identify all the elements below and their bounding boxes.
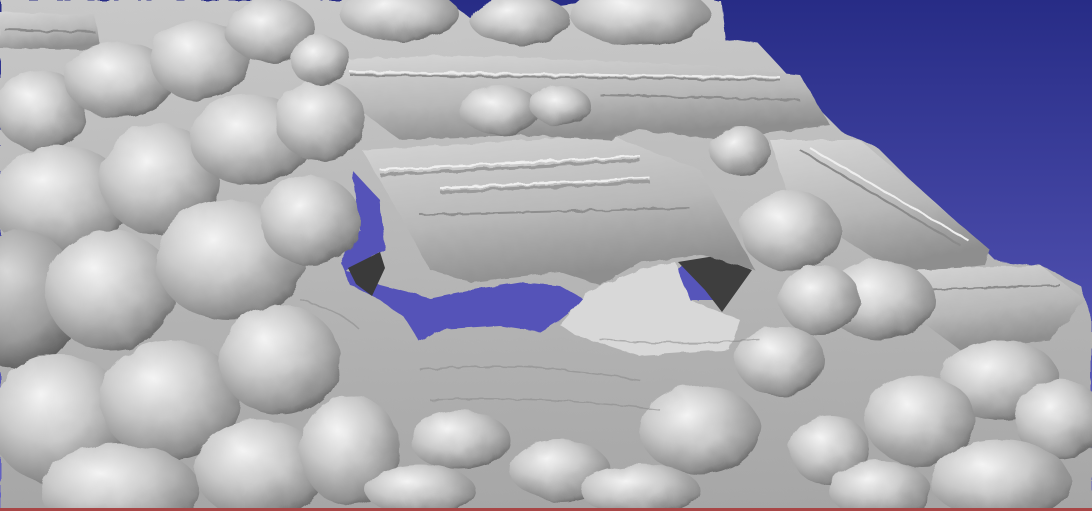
roof-top-left — [0, 12, 100, 50]
mesh-canvas[interactable] — [0, 0, 1092, 511]
3d-viewport[interactable] — [0, 0, 1092, 511]
